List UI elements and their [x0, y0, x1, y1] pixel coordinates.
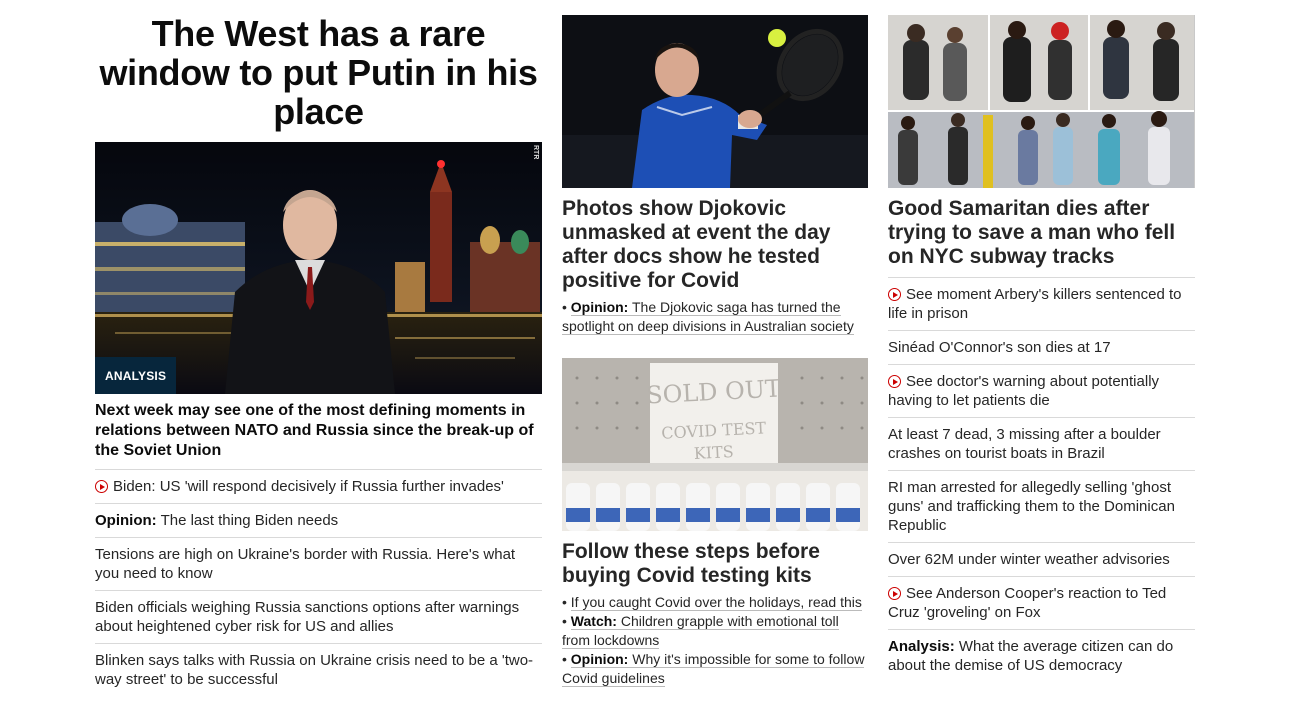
link-text[interactable]: See Anderson Cooper's reaction to Ted Cr…	[888, 585, 1166, 621]
list-item[interactable]: Biden: US 'will respond decisively if Ru…	[95, 469, 542, 503]
analysis-badge: ANALYSIS	[95, 357, 177, 394]
bullet-label: Opinion:	[570, 299, 629, 315]
right-links-list: See moment Arbery's killers sentenced to…	[888, 277, 1195, 682]
covid-kits-bullets: • If you caught Covid over the holidays,…	[562, 593, 868, 688]
list-item[interactable]: RI man arrested for allegedly selling 'g…	[888, 470, 1195, 542]
list-item[interactable]: See doctor's warning about potentially h…	[888, 364, 1195, 417]
link-label: Opinion:	[95, 512, 157, 529]
surveillance-photo-grid	[888, 15, 1195, 188]
djokovic-bullets: • Opinion: The Djokovic saga has turned …	[562, 298, 868, 336]
related-links-list: Biden: US 'will respond decisively if Ru…	[95, 469, 542, 696]
photo-credit: RTR	[532, 145, 539, 160]
link-text[interactable]: Sinéad O'Connor's son dies at 17	[888, 339, 1111, 356]
play-video-icon	[888, 375, 901, 388]
bullet-item[interactable]: • Opinion: Why it's impossible for some …	[562, 650, 868, 688]
bullet-text[interactable]: If you caught Covid over the holidays, r…	[571, 594, 862, 610]
link-text[interactable]: Biden officials weighing Russia sanction…	[95, 599, 519, 635]
covid-kits-headline[interactable]: Follow these steps before buying Covid t…	[562, 540, 868, 588]
link-text[interactable]: See doctor's warning about potentially h…	[888, 373, 1159, 409]
link-text[interactable]: Biden: US 'will respond decisively if Ru…	[113, 478, 504, 495]
svg-text:KITS: KITS	[693, 442, 734, 463]
link-text[interactable]: Over 62M under winter weather advisories	[888, 551, 1170, 568]
covid-kits-image[interactable]: SOLD OUT COVID TEST KITS	[562, 358, 868, 531]
list-item[interactable]: Opinion: The last thing Biden needs	[95, 503, 542, 537]
link-text[interactable]: At least 7 dead, 3 missing after a bould…	[888, 426, 1161, 462]
bullet-item[interactable]: • If you caught Covid over the holidays,…	[562, 593, 868, 612]
middle-column: Photos show Djokovic unmasked at event t…	[562, 0, 868, 688]
lead-story-column: The West has a rare window to put Putin …	[95, 0, 542, 696]
lead-subheadline[interactable]: Next week may see one of the most defini…	[95, 401, 542, 461]
djokovic-image[interactable]	[562, 15, 868, 188]
list-item[interactable]: Tensions are high on Ukraine's border wi…	[95, 537, 542, 590]
play-video-icon	[888, 288, 901, 301]
subway-image[interactable]	[888, 15, 1195, 188]
list-item[interactable]: Sinéad O'Connor's son dies at 17	[888, 330, 1195, 364]
list-item[interactable]: See moment Arbery's killers sentenced to…	[888, 277, 1195, 330]
link-text[interactable]: Blinken says talks with Russia on Ukrain…	[95, 652, 533, 688]
link-text[interactable]: Tensions are high on Ukraine's border wi…	[95, 546, 515, 582]
sold-out-shelf-photo: SOLD OUT COVID TEST KITS	[562, 358, 868, 531]
list-item[interactable]: Over 62M under winter weather advisories	[888, 542, 1195, 576]
bullet-item[interactable]: • Opinion: The Djokovic saga has turned …	[562, 298, 868, 336]
bullet-label: Watch:	[570, 613, 617, 629]
right-column: Good Samaritan dies after trying to save…	[888, 0, 1195, 682]
play-video-icon	[888, 587, 901, 600]
subway-headline[interactable]: Good Samaritan dies after trying to save…	[888, 197, 1195, 269]
list-item[interactable]: At least 7 dead, 3 missing after a bould…	[888, 417, 1195, 470]
list-item[interactable]: See Anderson Cooper's reaction to Ted Cr…	[888, 576, 1195, 629]
list-item[interactable]: Biden officials weighing Russia sanction…	[95, 590, 542, 643]
list-item[interactable]: Analysis: What the average citizen can d…	[888, 629, 1195, 682]
list-item[interactable]: Blinken says talks with Russia on Ukrain…	[95, 643, 542, 696]
djokovic-headline[interactable]: Photos show Djokovic unmasked at event t…	[562, 197, 868, 293]
bullet-item[interactable]: • Watch: Children grapple with emotional…	[562, 612, 868, 650]
bullet-label: Opinion:	[570, 651, 629, 667]
link-label: Analysis:	[888, 638, 955, 655]
lead-headline[interactable]: The West has a rare window to put Putin …	[95, 14, 542, 131]
lead-image[interactable]: RTR ANALYSIS	[95, 142, 542, 394]
link-text[interactable]: The last thing Biden needs	[161, 512, 339, 529]
play-video-icon	[95, 480, 108, 493]
link-text[interactable]: RI man arrested for allegedly selling 'g…	[888, 479, 1175, 534]
tennis-photo	[562, 15, 868, 188]
link-text[interactable]: See moment Arbery's killers sentenced to…	[888, 286, 1182, 322]
